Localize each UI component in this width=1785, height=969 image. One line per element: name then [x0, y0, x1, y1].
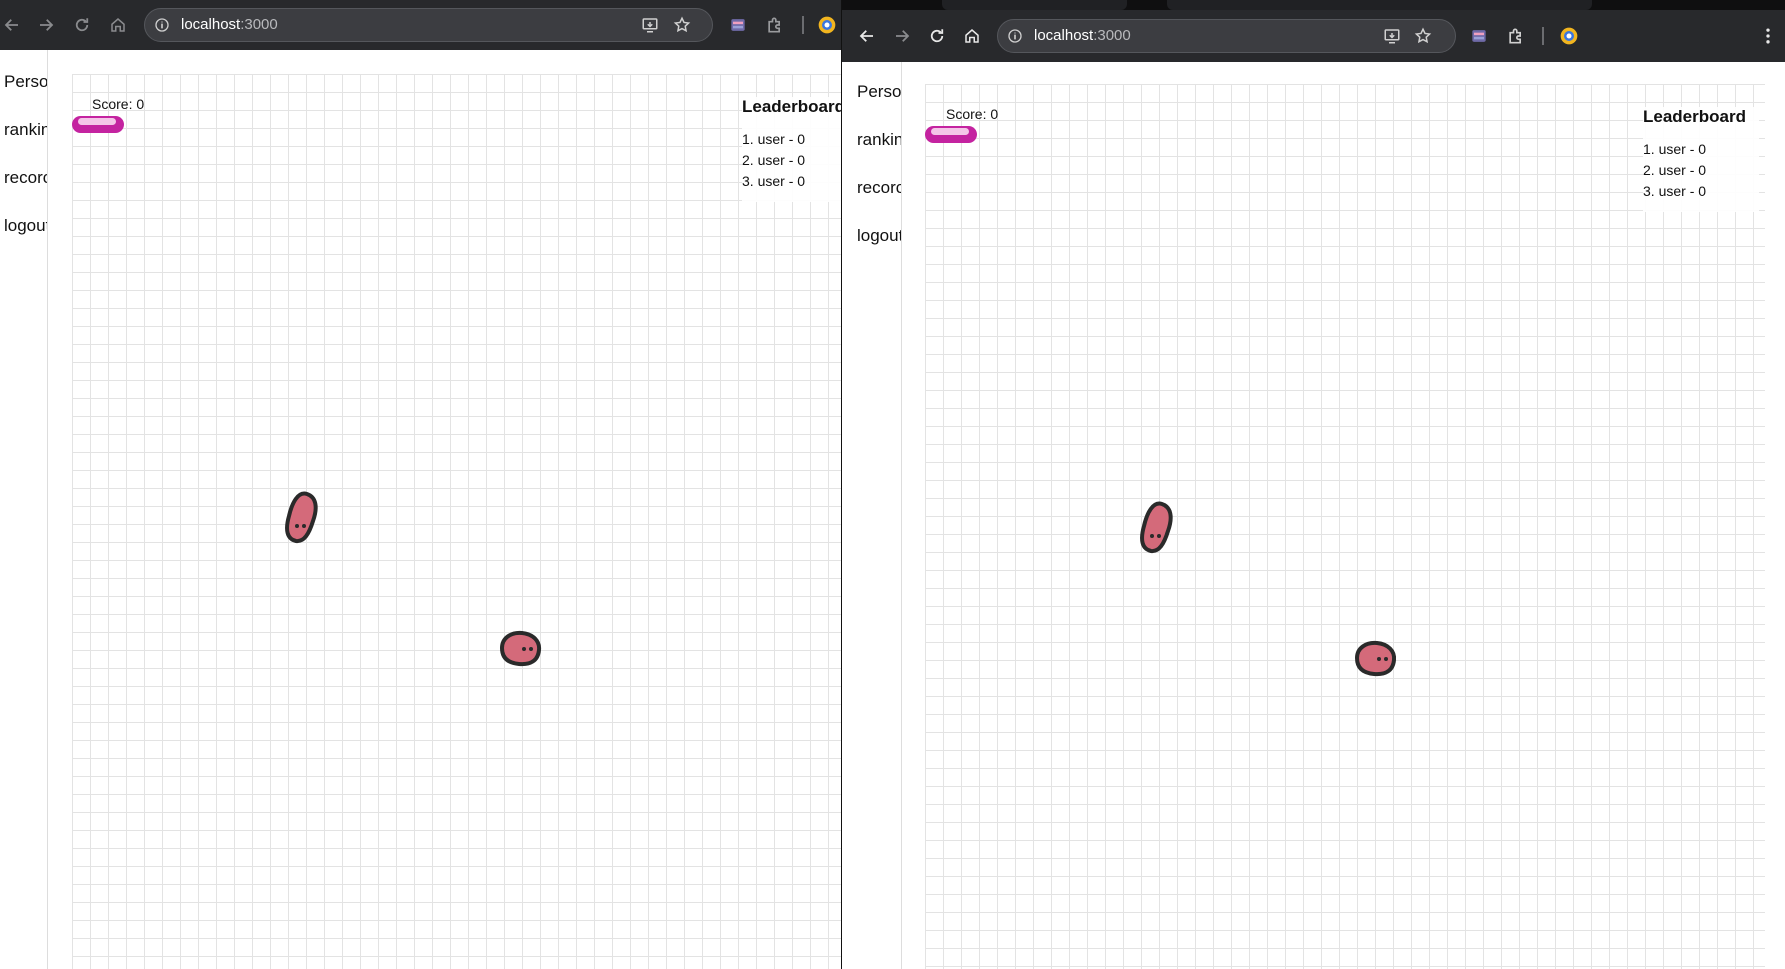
reload-icon: [930, 29, 944, 43]
sidebar-nav: Perso rankin recorc logout: [0, 50, 48, 969]
address-bar[interactable]: localhost:3000: [997, 19, 1456, 53]
leaderboard-entry: 2. user - 0: [742, 152, 806, 168]
game-board[interactable]: [72, 74, 841, 969]
url-host: localhost: [181, 16, 241, 33]
toolbar-divider: [802, 16, 804, 34]
address-bar[interactable]: localhost:3000: [144, 8, 713, 42]
home-button[interactable]: [106, 13, 130, 37]
leaderboard-entry: 2. user - 0: [1643, 162, 1707, 178]
leaderboard: Leaderboard 1. user - 0 2. user - 0 3. u…: [1643, 107, 1759, 212]
leaderboard-entry: 3. user - 0: [742, 173, 806, 189]
creature-enemy: [285, 491, 318, 544]
install-app-icon[interactable]: [641, 16, 659, 34]
home-button[interactable]: [960, 24, 984, 48]
puzzle-icon[interactable]: [1506, 26, 1526, 46]
site-info-icon[interactable]: [154, 17, 170, 33]
creature-enemy: [499, 630, 542, 667]
site-info-icon[interactable]: [1007, 28, 1023, 44]
extension-icon[interactable]: [728, 15, 748, 35]
sidebar-item-personal[interactable]: Perso: [4, 72, 47, 92]
leaderboard-entry: 1. user - 0: [1643, 141, 1707, 157]
back-button[interactable]: [855, 24, 879, 48]
browser-window-left: localhost:3000 Perso rankin recorc logou…: [0, 0, 841, 969]
browser-toolbar: localhost:3000: [0, 0, 841, 50]
url-port: :3000: [1093, 27, 1131, 44]
puzzle-icon[interactable]: [765, 15, 785, 35]
url-text: localhost:3000: [181, 17, 278, 33]
install-app-icon[interactable]: [1383, 27, 1401, 45]
sidebar-item-personal[interactable]: Perso: [857, 82, 901, 102]
browser-toolbar: localhost:3000: [842, 10, 1785, 62]
reload-button[interactable]: [925, 24, 949, 48]
leaderboard-entry: 3. user - 0: [1643, 183, 1707, 199]
extension-icon[interactable]: [1469, 26, 1489, 46]
profile-avatar-icon[interactable]: [817, 15, 837, 35]
browser-tab[interactable]: [942, 0, 1127, 10]
browser-window-right: localhost:3000 Perso rankin recorc logou…: [841, 0, 1785, 969]
profile-avatar-icon[interactable]: [1559, 26, 1579, 46]
sidebar-item-record[interactable]: recorc: [857, 178, 901, 198]
sidebar-nav: Perso rankin recorc logout: [842, 62, 902, 969]
reload-button[interactable]: [70, 13, 94, 37]
arrow-right-icon: [896, 30, 910, 42]
toolbar-divider: [1542, 27, 1544, 45]
score-label: Score: 0: [92, 96, 145, 112]
arrow-left-icon: [4, 19, 18, 31]
back-button[interactable]: [0, 13, 24, 37]
player-snake: [72, 116, 124, 133]
bookmark-star-icon[interactable]: [1414, 27, 1432, 45]
forward-button[interactable]: [890, 24, 914, 48]
leaderboard-entry: 1. user - 0: [742, 131, 806, 147]
game-board[interactable]: [925, 84, 1765, 969]
reload-icon: [75, 18, 89, 32]
browser-tab[interactable]: [1167, 0, 1592, 10]
bookmark-star-icon[interactable]: [673, 16, 691, 34]
creature-enemy: [1354, 640, 1397, 677]
arrow-right-icon: [40, 19, 54, 31]
sidebar-item-ranking[interactable]: rankin: [4, 120, 47, 140]
home-icon: [965, 29, 979, 43]
leaderboard-title: Leaderboard: [1643, 107, 1746, 126]
leaderboard: Leaderboard 1. user - 0 2. user - 0 3. u…: [742, 97, 841, 202]
sidebar-item-ranking[interactable]: rankin: [857, 130, 901, 150]
forward-button[interactable]: [34, 13, 58, 37]
sidebar-item-logout[interactable]: logout: [4, 216, 47, 236]
url-port: :3000: [240, 16, 278, 33]
tab-strip: [842, 0, 1785, 10]
url-text: localhost:3000: [1034, 28, 1131, 44]
sidebar-item-logout[interactable]: logout: [857, 226, 901, 246]
player-snake: [925, 126, 977, 143]
home-icon: [111, 18, 125, 32]
more-menu-icon[interactable]: [1758, 26, 1778, 46]
leaderboard-title: Leaderboard: [742, 97, 841, 116]
sidebar-item-record[interactable]: recorc: [4, 168, 47, 188]
url-host: localhost: [1034, 27, 1094, 44]
arrow-left-icon: [859, 30, 873, 42]
creature-enemy: [1140, 501, 1173, 554]
score-label: Score: 0: [946, 106, 999, 122]
